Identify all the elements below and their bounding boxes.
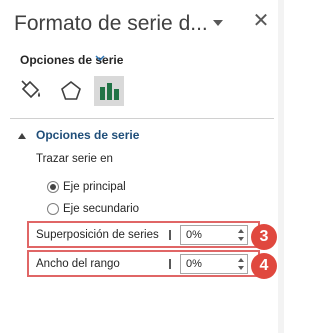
primary-axis-label[interactable]: Eje principal xyxy=(63,181,126,193)
chevron-down-icon[interactable] xyxy=(95,53,105,63)
overlap-slider-thumb[interactable] xyxy=(169,230,171,240)
divider xyxy=(10,118,274,119)
plot-series-on-label: Trazar serie en xyxy=(36,153,113,165)
gap-width-value[interactable]: 0% xyxy=(186,258,202,270)
secondary-axis-radio[interactable] xyxy=(47,203,59,215)
gap-width-spinner[interactable]: 0% xyxy=(180,254,248,274)
gap-width-slider-thumb[interactable] xyxy=(169,259,171,269)
overlap-spinner[interactable]: 0% xyxy=(180,225,248,245)
series-options-tab[interactable]: Opciones de serie xyxy=(20,53,123,67)
section-title[interactable]: Opciones de serie xyxy=(36,128,139,142)
spin-up-icon[interactable] xyxy=(238,229,244,233)
spin-down-icon[interactable] xyxy=(238,266,244,270)
series-options-icon[interactable] xyxy=(94,76,124,106)
primary-axis-radio[interactable] xyxy=(47,181,59,193)
effects-pentagon-icon[interactable] xyxy=(56,76,86,106)
callout-badge-3: 3 xyxy=(251,224,277,250)
series-overlap-label: Superposición de series xyxy=(36,229,159,241)
pane-title: Formato de serie d... xyxy=(14,12,208,35)
collapse-triangle-icon[interactable] xyxy=(18,133,26,139)
spin-down-icon[interactable] xyxy=(238,237,244,241)
secondary-axis-label[interactable]: Eje secundario xyxy=(63,203,139,215)
callout-badge-4: 4 xyxy=(251,253,277,279)
fill-line-icon[interactable] xyxy=(16,76,46,106)
close-icon[interactable]: ✕ xyxy=(252,10,270,32)
overlap-value[interactable]: 0% xyxy=(186,229,202,241)
scrollbar[interactable] xyxy=(278,0,284,333)
spin-up-icon[interactable] xyxy=(238,258,244,262)
gap-width-label: Ancho del rango xyxy=(36,258,120,270)
title-dropdown-icon[interactable] xyxy=(213,20,223,26)
